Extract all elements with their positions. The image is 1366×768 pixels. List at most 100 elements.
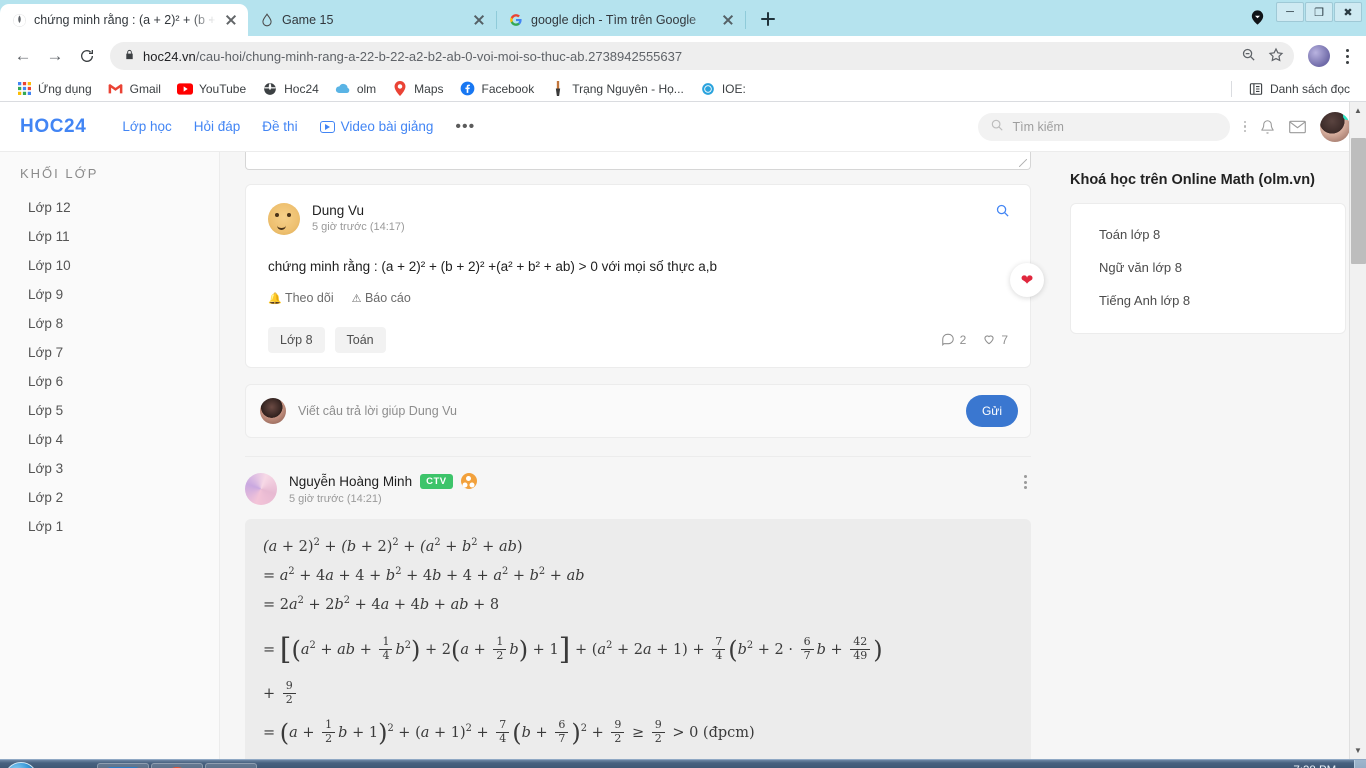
bookmark-trang-nguyen[interactable]: Trạng Nguyên - Họ... bbox=[544, 79, 690, 99]
scroll-up-icon[interactable]: ▲ bbox=[1350, 102, 1366, 119]
site-logo[interactable]: HOC24 bbox=[20, 116, 86, 138]
browser-toolbar: ← → hoc24.vn/cau-hoi/chung-minh-rang-a-2… bbox=[0, 36, 1366, 76]
sidebar-item-lop-9[interactable]: Lớp 9 bbox=[0, 280, 219, 309]
web-page: HOC24 Lớp học Hỏi đáp Đề thi Video bài g… bbox=[0, 102, 1366, 759]
bookmark-label: Hoc24 bbox=[284, 81, 319, 96]
reload-icon[interactable] bbox=[72, 41, 102, 71]
reading-list-button[interactable]: Danh sách đọc bbox=[1242, 79, 1356, 99]
course-item-tieng-anh[interactable]: Tiếng Anh lớp 8 bbox=[1071, 284, 1345, 317]
follow-button[interactable]: 🔔 Theo dõi bbox=[268, 291, 334, 305]
reply-input-placeholder[interactable]: Viết câu trả lời giúp Dung Vu bbox=[298, 404, 954, 418]
header-right: Tìm kiếm bbox=[977, 111, 1350, 142]
close-icon[interactable] bbox=[223, 12, 239, 28]
taskbar-chrome[interactable] bbox=[151, 762, 203, 768]
bookmark-apps[interactable]: Ứng dụng bbox=[10, 79, 98, 99]
chrome-profile-avatar[interactable] bbox=[1308, 45, 1330, 67]
avatar[interactable] bbox=[268, 203, 300, 235]
sidebar-item-lop-4[interactable]: Lớp 4 bbox=[0, 425, 219, 454]
math-conclusion: > 0 (đpcm) bbox=[672, 725, 755, 742]
browser-tab-2[interactable]: Game 15 bbox=[248, 4, 496, 36]
bookmark-hoc24[interactable]: Hoc24 bbox=[256, 79, 325, 99]
bookmark-maps[interactable]: Maps bbox=[386, 79, 449, 99]
bookmark-facebook[interactable]: Facebook bbox=[454, 79, 541, 99]
question-search-icon[interactable] bbox=[995, 203, 1010, 222]
close-button[interactable]: ✖ bbox=[1334, 2, 1362, 22]
question-author[interactable]: Dung Vu bbox=[312, 203, 405, 218]
show-desktop-button[interactable] bbox=[1354, 759, 1366, 768]
taskbar-file-explorer[interactable] bbox=[43, 763, 95, 768]
reply-composer[interactable]: Viết câu trả lời giúp Dung Vu Gửi bbox=[245, 384, 1031, 439]
sidebar-item-lop-11[interactable]: Lớp 11 bbox=[0, 222, 219, 251]
bookmark-olm[interactable]: olm bbox=[329, 79, 382, 99]
close-icon[interactable] bbox=[471, 12, 487, 28]
taskbar-word[interactable]: W bbox=[205, 762, 257, 768]
sidebar-item-lop-6[interactable]: Lớp 6 bbox=[0, 367, 219, 396]
bookmark-label: IOE: bbox=[721, 81, 746, 96]
address-bar[interactable]: hoc24.vn/cau-hoi/chung-minh-rang-a-22-b-… bbox=[110, 42, 1294, 70]
like-count[interactable]: 7 bbox=[982, 332, 1008, 349]
close-icon[interactable] bbox=[720, 12, 736, 28]
browser-tab-1[interactable]: chứng minh rằng : (a + 2)² + (b + bbox=[0, 4, 248, 36]
nav-item-video[interactable]: Video bài giảng bbox=[319, 119, 433, 134]
report-button[interactable]: ⚠ Báo cáo bbox=[352, 291, 411, 305]
bookmark-gmail[interactable]: Gmail bbox=[102, 79, 167, 99]
search-input[interactable]: Tìm kiếm bbox=[977, 112, 1230, 141]
send-button[interactable]: Gửi bbox=[966, 395, 1018, 428]
chrome-menu-icon[interactable] bbox=[1336, 43, 1358, 69]
nav-item-de-thi[interactable]: Đề thi bbox=[262, 119, 297, 134]
mail-icon[interactable] bbox=[1289, 120, 1306, 134]
question-actions: 🔔 Theo dõi ⚠ Báo cáo bbox=[268, 291, 1008, 305]
avatar[interactable] bbox=[245, 473, 277, 506]
right-sidebar: Khoá học trên Online Math (olm.vn) Toán … bbox=[1056, 152, 1366, 759]
heart-icon bbox=[982, 332, 996, 349]
forward-icon[interactable]: → bbox=[40, 41, 70, 71]
scrolled-textarea[interactable] bbox=[245, 152, 1031, 170]
sidebar-item-lop-10[interactable]: Lớp 10 bbox=[0, 251, 219, 280]
browser-tab-3[interactable]: google dịch - Tìm trên Google bbox=[497, 4, 745, 36]
answer-menu-icon[interactable] bbox=[1024, 475, 1027, 490]
sidebar-item-lop-7[interactable]: Lớp 7 bbox=[0, 338, 219, 367]
url-path: /cau-hoi/chung-minh-rang-a-22-b-22-a2-b2… bbox=[195, 48, 683, 64]
comment-count[interactable]: 2 bbox=[941, 332, 966, 349]
sidebar-item-lop-12[interactable]: Lớp 12 bbox=[0, 193, 219, 222]
tab-search-icon[interactable] bbox=[1249, 9, 1266, 26]
heart-icon[interactable]: ❤ bbox=[1010, 263, 1044, 297]
answer-author[interactable]: Nguyễn Hoàng Minh bbox=[289, 474, 412, 489]
sidebar-item-lop-1[interactable]: Lớp 1 bbox=[0, 512, 219, 541]
scrollbar-thumb[interactable] bbox=[1351, 138, 1366, 264]
scroll-down-icon[interactable]: ▼ bbox=[1350, 742, 1366, 759]
frac-num: 9 bbox=[654, 718, 662, 732]
new-tab-button[interactable] bbox=[754, 5, 782, 33]
start-button[interactable] bbox=[4, 761, 38, 768]
taskbar-clock[interactable]: 7:38 PM 11/2/2021 bbox=[1290, 764, 1340, 768]
play-icon bbox=[319, 120, 335, 133]
star-icon[interactable] bbox=[1268, 47, 1284, 66]
restore-button[interactable]: ❐ bbox=[1305, 2, 1333, 22]
header-kebab-icon[interactable] bbox=[1243, 120, 1246, 133]
sidebar-item-lop-3[interactable]: Lớp 3 bbox=[0, 454, 219, 483]
page-scrollbar[interactable]: ▲ ▼ bbox=[1349, 102, 1366, 759]
tab-title: Game 15 bbox=[282, 13, 334, 27]
taskbar-zalo[interactable]: Zalo bbox=[97, 762, 149, 768]
nav-item-hoi-dap[interactable]: Hỏi đáp bbox=[194, 119, 241, 134]
search-minus-icon[interactable] bbox=[1241, 47, 1256, 65]
bell-icon[interactable] bbox=[1260, 119, 1275, 135]
nav-item-more[interactable]: ••• bbox=[455, 118, 475, 136]
tag-toan[interactable]: Toán bbox=[334, 327, 386, 354]
url-host: hoc24.vn bbox=[143, 48, 196, 64]
bookmark-ioe[interactable]: IOE: bbox=[694, 79, 752, 99]
frac-den: 7 bbox=[800, 648, 814, 662]
droplet-icon bbox=[259, 12, 275, 28]
avatar[interactable] bbox=[1320, 111, 1350, 142]
course-item-ngu-van[interactable]: Ngữ văn lớp 8 bbox=[1071, 251, 1345, 284]
bookmark-youtube[interactable]: YouTube bbox=[171, 79, 252, 99]
reading-list-label: Danh sách đọc bbox=[1269, 81, 1350, 96]
minimize-button[interactable]: ─ bbox=[1276, 2, 1304, 22]
course-item-toan[interactable]: Toán lớp 8 bbox=[1071, 218, 1345, 251]
sidebar-item-lop-5[interactable]: Lớp 5 bbox=[0, 396, 219, 425]
nav-item-lop-hoc[interactable]: Lớp học bbox=[122, 119, 171, 134]
back-icon[interactable]: ← bbox=[8, 41, 38, 71]
sidebar-item-lop-8[interactable]: Lớp 8 bbox=[0, 309, 219, 338]
sidebar-item-lop-2[interactable]: Lớp 2 bbox=[0, 483, 219, 512]
tag-lop-8[interactable]: Lớp 8 bbox=[268, 327, 325, 354]
